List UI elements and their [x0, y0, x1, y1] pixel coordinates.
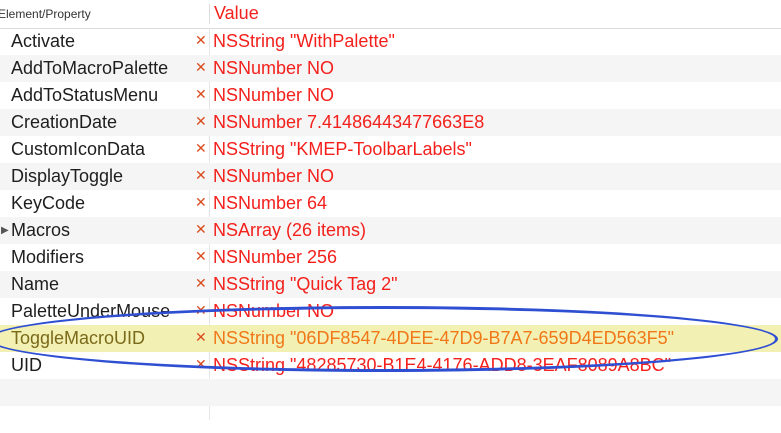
table-row-name[interactable]: Name ✕ NSString "Quick Tag 2": [0, 271, 781, 298]
row-value[interactable]: NSNumber NO: [213, 85, 334, 106]
table-row-modifiers[interactable]: Modifiers ✕ NSNumber 256: [0, 244, 781, 271]
row-value[interactable]: NSNumber 64: [213, 193, 327, 214]
table-row-add-to-macro-palette[interactable]: AddToMacroPalette ✕ NSNumber NO: [0, 55, 781, 82]
row-key: AddToMacroPalette: [11, 58, 169, 78]
row-key: CreationDate: [11, 112, 118, 132]
table-row-empty: [0, 379, 781, 406]
disclosure-triangle-icon[interactable]: ▶: [1, 225, 9, 236]
table-row-creation-date[interactable]: CreationDate ✕ NSNumber 7.41486443477663…: [0, 109, 781, 136]
row-value[interactable]: NSString "48285730-B1E4-4176-ADD8-3EAF80…: [213, 355, 671, 376]
row-key: KeyCode: [11, 193, 86, 213]
table-row-key-code[interactable]: KeyCode ✕ NSNumber 64: [0, 190, 781, 217]
error-icon: ✕: [195, 194, 207, 210]
row-value[interactable]: NSString "WithPalette": [213, 31, 395, 52]
table-row-add-to-status-menu[interactable]: AddToStatusMenu ✕ NSNumber NO: [0, 82, 781, 109]
row-value[interactable]: NSArray (26 items): [213, 220, 366, 241]
row-value[interactable]: NSNumber NO: [213, 301, 334, 322]
row-key: PaletteUnderMouse: [11, 301, 171, 321]
table-row-uid[interactable]: UID ✕ NSString "48285730-B1E4-4176-ADD8-…: [0, 352, 781, 379]
error-icon: ✕: [195, 140, 207, 156]
row-value[interactable]: NSString "Quick Tag 2": [213, 274, 398, 295]
table-row-display-toggle[interactable]: DisplayToggle ✕ NSNumber NO: [0, 163, 781, 190]
table-row-toggle-macro-uid[interactable]: ToggleMacroUID ✕ NSString "06DF8547-4DEE…: [0, 325, 781, 352]
row-key: CustomIconData: [11, 139, 146, 159]
row-key: Modifiers: [11, 247, 85, 267]
error-icon: ✕: [195, 32, 207, 48]
row-value[interactable]: NSNumber NO: [213, 166, 334, 187]
error-icon: ✕: [195, 302, 207, 318]
row-key: Activate: [11, 31, 76, 51]
table-row-custom-icon-data[interactable]: CustomIconData ✕ NSString "KMEP-ToolbarL…: [0, 136, 781, 163]
row-key: DisplayToggle: [11, 166, 124, 186]
error-icon: ✕: [195, 221, 207, 237]
row-value[interactable]: NSNumber 7.41486443477663E8: [213, 112, 484, 133]
table-row-palette-under-mouse[interactable]: PaletteUnderMouse ✕ NSNumber NO: [0, 298, 781, 325]
error-icon: ✕: [195, 86, 207, 102]
error-icon: ✕: [195, 113, 207, 129]
row-value[interactable]: NSNumber 256: [213, 247, 337, 268]
row-key: Name: [11, 274, 60, 294]
row-key: UID: [11, 355, 42, 375]
row-key: ToggleMacroUID: [11, 328, 146, 348]
error-icon: ✕: [195, 167, 207, 183]
error-icon: ✕: [195, 356, 207, 372]
column-header-property[interactable]: Element/Property: [0, 7, 91, 21]
error-icon: ✕: [195, 59, 207, 75]
row-value[interactable]: NSString "06DF8547-4DEE-47D9-B7A7-659D4E…: [213, 328, 674, 349]
row-value[interactable]: NSNumber NO: [213, 58, 334, 79]
row-key: Macros: [11, 220, 71, 240]
property-list: Activate ✕ NSString "WithPalette" AddToM…: [0, 28, 781, 433]
table-header: Element/Property Value: [0, 0, 781, 29]
error-icon: ✕: [195, 275, 207, 291]
error-icon: ✕: [195, 329, 207, 345]
table-row-activate[interactable]: Activate ✕ NSString "WithPalette": [0, 28, 781, 55]
error-icon: ✕: [195, 248, 207, 264]
row-key: AddToStatusMenu: [11, 85, 159, 105]
column-divider[interactable]: [209, 4, 210, 24]
table-row-macros[interactable]: ▶ Macros ✕ NSArray (26 items): [0, 217, 781, 244]
row-value[interactable]: NSString "KMEP-ToolbarLabels": [213, 139, 472, 160]
column-header-value[interactable]: Value: [214, 3, 259, 24]
